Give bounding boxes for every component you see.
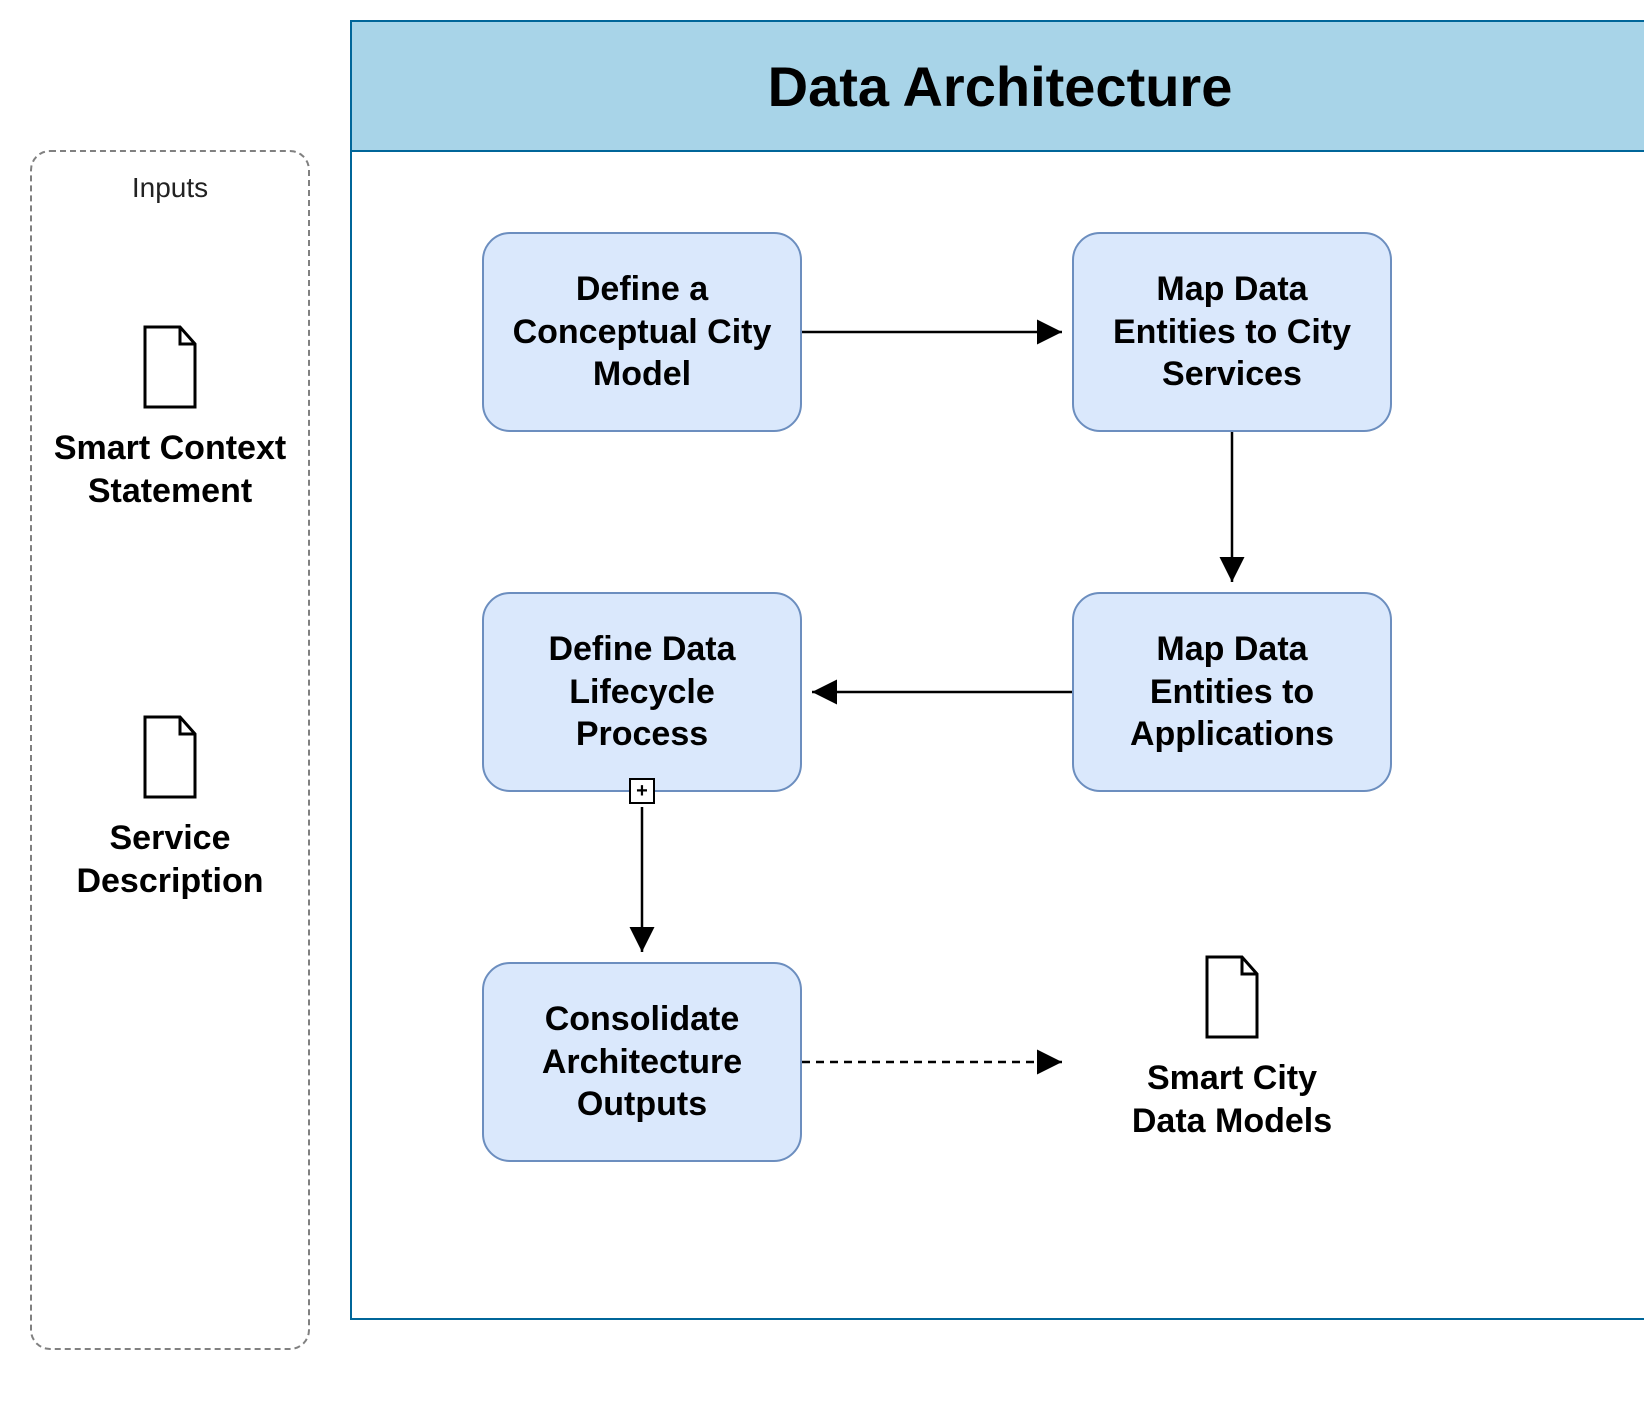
output-label: Smart CityData Models <box>1072 1057 1392 1142</box>
arrow-b5-output <box>802 1052 1072 1072</box>
box-define-lifecycle: Define DataLifecycleProcess + <box>482 592 802 792</box>
document-icon <box>135 712 205 802</box>
input-label: Smart ContextStatement <box>32 427 308 512</box>
main-panel: Data Architecture Define aConceptual Cit… <box>350 20 1644 1320</box>
document-icon <box>1197 952 1267 1042</box>
box-label: ConsolidateArchitectureOutputs <box>542 998 742 1126</box>
box-label: Define aConceptual CityModel <box>513 268 772 396</box>
box-map-entities-services: Map DataEntities to CityServices <box>1072 232 1392 432</box>
input-item-context: Smart ContextStatement <box>32 322 308 512</box>
box-define-conceptual-model: Define aConceptual CityModel <box>482 232 802 432</box>
arrow-b4-b3 <box>802 682 1072 702</box>
subprocess-marker-icon: + <box>629 778 655 804</box>
arrow-b2-b4 <box>1222 432 1242 592</box>
arrow-b1-b2 <box>802 322 1072 342</box>
box-label: Map DataEntities to CityServices <box>1113 268 1351 396</box>
box-consolidate-outputs: ConsolidateArchitectureOutputs <box>482 962 802 1162</box>
box-map-entities-applications: Map DataEntities toApplications <box>1072 592 1392 792</box>
document-icon <box>135 322 205 412</box>
diagram-canvas: Inputs Smart ContextStatement ServiceDes… <box>20 20 1644 1403</box>
inputs-title: Inputs <box>32 172 308 204</box>
arrow-b3-b5 <box>632 807 652 962</box>
box-label: Map DataEntities toApplications <box>1130 628 1334 756</box>
main-title: Data Architecture <box>352 22 1644 152</box>
box-label: Define DataLifecycleProcess <box>548 628 735 756</box>
inputs-panel: Inputs Smart ContextStatement ServiceDes… <box>30 150 310 1350</box>
input-label: ServiceDescription <box>32 817 308 902</box>
input-item-service: ServiceDescription <box>32 712 308 902</box>
output-item: Smart CityData Models <box>1072 952 1392 1142</box>
